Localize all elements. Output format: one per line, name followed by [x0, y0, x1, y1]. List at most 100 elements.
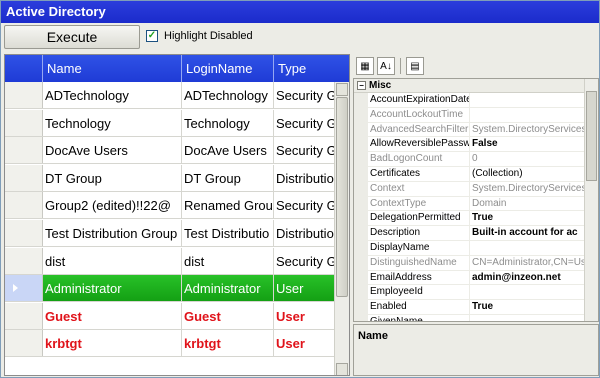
cell-name[interactable]: Guest — [43, 302, 182, 329]
cell-loginname[interactable]: ADTechnology — [182, 82, 274, 108]
table-row[interactable]: krbtgt krbtgt User — [5, 330, 349, 358]
property-value[interactable]: (Collection) — [470, 167, 598, 181]
property-value[interactable]: True — [470, 211, 598, 225]
cell-name[interactable]: Technology — [43, 109, 182, 136]
categorized-view-icon[interactable]: ▦ — [356, 57, 374, 75]
property-name[interactable]: Context — [368, 181, 470, 196]
property-value[interactable]: System.DirectoryServices. — [470, 123, 598, 137]
table-row[interactable]: Group2 (edited)!!22@ Renamed Grou Security… — [5, 192, 349, 220]
column-header-loginname[interactable]: LoginName — [182, 55, 274, 82]
property-value[interactable]: Built-in account for ac — [470, 226, 598, 240]
property-row[interactable]: ContextType Domain — [354, 196, 598, 212]
property-value[interactable] — [470, 241, 598, 255]
category-misc[interactable]: − Misc — [354, 79, 598, 93]
property-name[interactable]: BadLogonCount — [368, 152, 470, 166]
table-row[interactable]: Test Distribution Group Test Distributio D… — [5, 220, 349, 247]
property-scrollbar[interactable] — [584, 79, 598, 321]
property-name[interactable]: EmployeeId — [368, 285, 470, 300]
row-selector[interactable] — [5, 220, 43, 246]
table-row[interactable]: DT Group DT Group Distributio — [5, 164, 349, 192]
property-name[interactable]: DelegationPermitted — [368, 211, 470, 226]
property-value[interactable]: True — [470, 300, 598, 314]
property-name[interactable]: AccountExpirationDate — [368, 93, 470, 107]
property-value[interactable] — [470, 285, 598, 299]
row-selector[interactable] — [5, 330, 43, 357]
property-name[interactable]: ContextType — [368, 196, 470, 211]
alphabetical-sort-icon[interactable]: A↓ — [377, 57, 395, 75]
property-row[interactable]: Context System.DirectoryServices. — [354, 181, 598, 197]
property-name[interactable]: GivenName — [368, 314, 470, 321]
property-row[interactable]: AccountExpirationDate — [354, 93, 598, 108]
property-name[interactable]: EmailAddress — [368, 270, 470, 285]
row-selector[interactable] — [5, 109, 43, 136]
cell-loginname[interactable]: Administrator — [182, 275, 274, 302]
collapse-icon[interactable]: − — [357, 81, 366, 90]
property-name[interactable]: Enabled — [368, 300, 470, 314]
cell-loginname[interactable]: dist — [182, 247, 274, 274]
cell-name[interactable]: Administrator — [43, 275, 182, 302]
grid-vertical-scrollbar[interactable] — [334, 82, 349, 375]
column-header-name[interactable]: Name — [43, 55, 182, 82]
property-row[interactable]: EmailAddress admin@inzeon.net — [354, 270, 598, 286]
cell-loginname[interactable]: Guest — [182, 302, 274, 329]
execute-button[interactable]: Execute — [4, 25, 140, 49]
property-value[interactable]: admin@inzeon.net — [470, 271, 598, 285]
cell-name[interactable]: ADTechnology — [43, 82, 182, 108]
scroll-up-button[interactable] — [336, 83, 348, 96]
scroll-thumb[interactable] — [336, 97, 348, 297]
property-row[interactable]: Enabled True — [354, 300, 598, 315]
property-name[interactable]: AllowReversiblePassw — [368, 137, 470, 152]
cell-name[interactable]: dist — [43, 247, 182, 274]
row-selector[interactable] — [5, 82, 43, 108]
row-selector[interactable] — [5, 247, 43, 274]
property-row[interactable]: Description Built-in account for ac — [354, 226, 598, 241]
property-name[interactable]: DisplayName — [368, 240, 470, 255]
table-row[interactable]: Administrator Administrator User — [5, 275, 349, 303]
property-value[interactable]: False — [470, 137, 598, 151]
property-value[interactable]: 0 — [470, 152, 598, 166]
highlight-disabled-option[interactable]: ✓ Highlight Disabled — [146, 30, 253, 42]
property-row[interactable]: DistinguishedName CN=Administrator,CN=Use — [354, 255, 598, 271]
row-selector[interactable] — [5, 302, 43, 329]
cell-name[interactable]: krbtgt — [43, 330, 182, 357]
property-row[interactable]: AccountLockoutTime — [354, 107, 598, 123]
column-header-type[interactable]: Type — [274, 55, 349, 82]
row-selector[interactable] — [5, 137, 43, 164]
table-row[interactable]: Technology Technology Security G — [5, 109, 349, 137]
row-selector[interactable] — [5, 192, 43, 219]
property-row[interactable]: DelegationPermitted True — [354, 211, 598, 227]
property-row[interactable]: AllowReversiblePassw False — [354, 137, 598, 153]
property-name[interactable]: Description — [368, 226, 470, 240]
cell-loginname[interactable]: DocAve Users — [182, 137, 274, 164]
cell-name[interactable]: Test Distribution Group — [43, 220, 182, 246]
property-value[interactable]: Domain — [470, 197, 598, 211]
row-header-corner[interactable] — [5, 55, 43, 82]
row-selector[interactable] — [5, 164, 43, 191]
property-pages-icon[interactable]: ▤ — [406, 57, 424, 75]
property-row[interactable]: EmployeeId — [354, 285, 598, 301]
table-row[interactable]: ADTechnology ADTechnology Security G — [5, 82, 349, 109]
cell-loginname[interactable]: krbtgt — [182, 330, 274, 357]
property-value[interactable] — [470, 93, 598, 107]
property-value[interactable]: System.DirectoryServices. — [470, 182, 598, 196]
cell-name[interactable]: Group2 (edited)!!22@ — [43, 192, 182, 219]
property-row[interactable]: GivenName — [354, 314, 598, 321]
table-row[interactable]: DocAve Users DocAve Users Security G — [5, 137, 349, 165]
property-value[interactable]: CN=Administrator,CN=Use — [470, 256, 598, 270]
highlight-disabled-checkbox[interactable]: ✓ — [146, 30, 158, 42]
table-row[interactable]: dist dist Security G — [5, 247, 349, 275]
property-name[interactable]: AccountLockoutTime — [368, 107, 470, 122]
property-row[interactable]: Certificates (Collection) — [354, 166, 598, 182]
cell-loginname[interactable]: Renamed Grou — [182, 192, 274, 219]
cell-name[interactable]: DT Group — [43, 164, 182, 191]
row-selector[interactable] — [5, 275, 43, 302]
property-name[interactable]: AdvancedSearchFilter — [368, 122, 470, 137]
scroll-down-button[interactable] — [336, 363, 348, 375]
cell-loginname[interactable]: Test Distributio — [182, 220, 274, 246]
property-row[interactable]: AdvancedSearchFilter System.DirectoryServ… — [354, 122, 598, 138]
property-name[interactable]: Certificates — [368, 166, 470, 181]
property-row[interactable]: BadLogonCount 0 — [354, 152, 598, 167]
cell-loginname[interactable]: DT Group — [182, 164, 274, 191]
cell-name[interactable]: DocAve Users — [43, 137, 182, 164]
property-name[interactable]: DistinguishedName — [368, 255, 470, 270]
